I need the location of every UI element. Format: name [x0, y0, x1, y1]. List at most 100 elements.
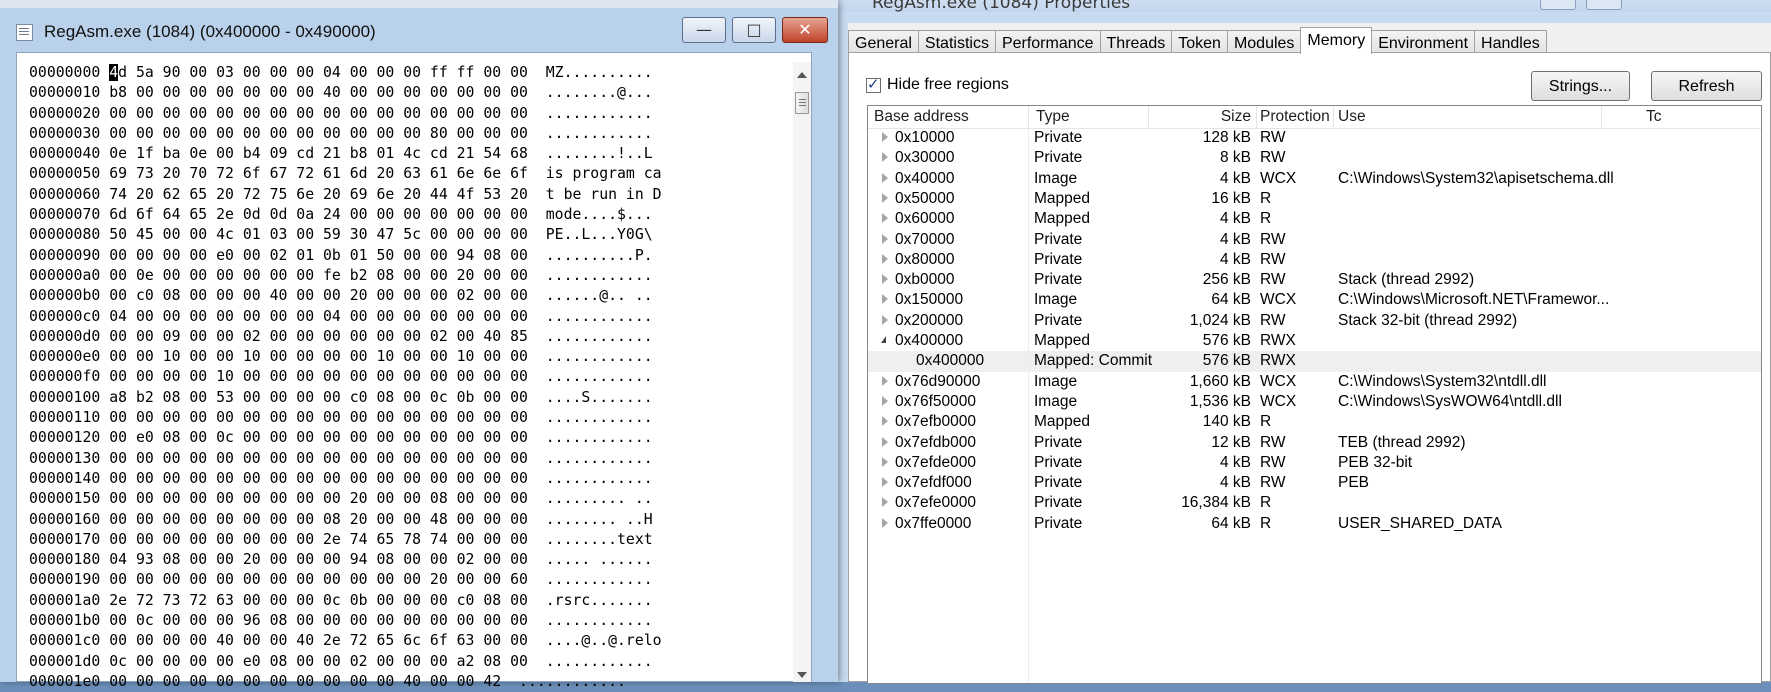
scroll-down-arrow-icon[interactable] — [797, 672, 807, 678]
hex-line[interactable]: 00000120 00 e0 08 00 0c 00 00 00 00 00 0… — [29, 428, 787, 448]
hex-line[interactable]: 000000b0 00 c0 08 00 00 00 40 00 00 20 0… — [29, 286, 787, 306]
column-divider[interactable] — [1028, 106, 1029, 128]
properties-maximize-button[interactable] — [1586, 0, 1622, 10]
hex-line[interactable]: 000001b0 00 0c 00 00 00 96 08 00 00 00 0… — [29, 611, 787, 631]
memory-row[interactable]: 0x7ffe0000 Private 64 kB R USER_SHARED_DATA — [868, 514, 1761, 534]
expand-arrow-icon[interactable] — [882, 456, 888, 467]
strings-button[interactable]: Strings... — [1531, 71, 1630, 101]
expand-arrow-icon[interactable] — [882, 233, 888, 244]
hex-line[interactable]: 000000d0 00 00 09 00 00 02 00 00 00 00 0… — [29, 327, 787, 347]
tab-statistics[interactable]: Statistics — [917, 30, 996, 54]
memory-row[interactable]: 0x80000 Private 4 kB RW — [868, 250, 1761, 270]
tab-handles[interactable]: Handles — [1474, 30, 1547, 54]
memory-row[interactable]: 0x10000 Private 128 kB RW — [868, 128, 1761, 148]
properties-minimize-button[interactable] — [1540, 0, 1576, 10]
hex-line[interactable]: 00000160 00 00 00 00 00 00 00 00 08 20 0… — [29, 510, 787, 530]
hex-line[interactable]: 000000e0 00 00 10 00 00 10 00 00 00 00 1… — [29, 347, 787, 367]
column-divider[interactable] — [1333, 106, 1334, 128]
expand-arrow-icon[interactable] — [882, 416, 888, 427]
memory-row[interactable]: 0x40000 Image 4 kB WCX C:\Windows\System32\a… — [868, 169, 1761, 189]
hex-vertical-scrollbar[interactable] — [793, 62, 811, 682]
memory-row[interactable]: 0x400000 Mapped 576 kB RWX — [868, 331, 1761, 351]
maximize-button[interactable]: □ — [732, 17, 776, 43]
scrollbar-thumb[interactable] — [795, 92, 809, 114]
close-button[interactable]: ✕ — [782, 17, 828, 43]
hex-line[interactable]: 00000110 00 00 00 00 00 00 00 00 00 00 0… — [29, 408, 787, 428]
hide-free-regions-option[interactable]: Hide free regions — [866, 75, 1009, 94]
memory-row[interactable]: 0x60000 Mapped 4 kB R — [868, 209, 1761, 229]
hex-line[interactable]: 00000050 69 73 20 70 72 6f 67 72 61 6d 2… — [29, 164, 787, 184]
hex-line[interactable]: 000000c0 04 00 00 00 00 00 00 00 04 00 0… — [29, 307, 787, 327]
hex-line[interactable]: 000001a0 2e 72 73 72 63 00 00 00 0c 0b 0… — [29, 591, 787, 611]
hex-line[interactable]: 000001c0 00 00 00 00 40 00 00 40 2e 72 6… — [29, 631, 787, 651]
column-header-type[interactable]: Type — [1036, 108, 1070, 128]
memory-row[interactable]: 0x76f50000 Image 1,536 kB WCX C:\Windows\Sys… — [868, 392, 1761, 412]
column-header-base-address[interactable]: Base address — [874, 108, 969, 128]
hex-line[interactable]: 00000030 00 00 00 00 00 00 00 00 00 00 0… — [29, 124, 787, 144]
expand-arrow-icon[interactable] — [882, 213, 888, 224]
hex-line[interactable]: 00000070 6d 6f 64 65 2e 0d 0d 0a 24 00 0… — [29, 205, 787, 225]
memory-row[interactable]: 0x7efde000 Private 4 kB RW PEB 32-bit — [868, 453, 1761, 473]
memory-row[interactable]: 0x400000 Mapped: Commit 576 kB RWX — [868, 351, 1761, 372]
refresh-button[interactable]: Refresh — [1651, 71, 1762, 101]
hex-line[interactable]: 00000100 a8 b2 08 00 53 00 00 00 00 c0 0… — [29, 388, 787, 408]
memory-row[interactable]: 0x7efdb000 Private 12 kB RW TEB (thread 2992… — [868, 433, 1761, 453]
tab-performance[interactable]: Performance — [994, 30, 1101, 54]
tab-general[interactable]: General — [848, 30, 919, 54]
expand-arrow-icon[interactable] — [882, 497, 888, 508]
expand-arrow-icon[interactable] — [882, 294, 888, 305]
hex-line[interactable]: 00000020 00 00 00 00 00 00 00 00 00 00 0… — [29, 104, 787, 124]
hex-line[interactable]: 00000170 00 00 00 00 00 00 00 00 2e 74 6… — [29, 530, 787, 550]
scroll-up-arrow-icon[interactable] — [797, 72, 807, 78]
expand-arrow-icon[interactable] — [882, 152, 888, 163]
hex-dump[interactable]: 00000000 4d 5a 90 00 03 00 00 00 04 00 0… — [29, 63, 787, 692]
memory-regions-list[interactable]: Base address Type Size Protection Use Tc 0x10… — [867, 105, 1762, 684]
tab-environment[interactable]: Environment — [1371, 30, 1476, 54]
column-header-use[interactable]: Use — [1338, 108, 1366, 128]
hex-line[interactable]: 00000180 04 93 08 00 00 20 00 00 00 94 0… — [29, 550, 787, 570]
hex-line[interactable]: 00000140 00 00 00 00 00 00 00 00 00 00 0… — [29, 469, 787, 489]
column-divider[interactable] — [1148, 106, 1149, 128]
hex-line[interactable]: 00000190 00 00 00 00 00 00 00 00 00 00 0… — [29, 570, 787, 590]
memory-row[interactable]: 0x7efe0000 Private 16,384 kB R — [868, 493, 1761, 513]
hex-line[interactable]: 00000000 4d 5a 90 00 03 00 00 00 04 00 0… — [29, 63, 787, 83]
column-header-size[interactable]: Size — [1118, 108, 1251, 128]
hex-line[interactable]: 00000060 74 20 62 65 20 72 75 6e 20 69 6… — [29, 185, 787, 205]
memory-row[interactable]: 0x200000 Private 1,024 kB RW Stack 32-bit (t… — [868, 311, 1761, 331]
expand-arrow-icon[interactable] — [882, 192, 888, 203]
column-divider[interactable] — [1601, 106, 1602, 128]
expand-arrow-icon[interactable] — [882, 274, 888, 285]
memory-row[interactable]: 0x70000 Private 4 kB RW — [868, 230, 1761, 250]
memory-row[interactable]: 0x150000 Image 64 kB WCX C:\Windows\Microsof… — [868, 290, 1761, 310]
memory-row[interactable]: 0x50000 Mapped 16 kB R — [868, 189, 1761, 209]
expand-arrow-icon[interactable] — [882, 375, 888, 386]
tab-memory[interactable]: Memory — [1300, 27, 1373, 54]
hex-line[interactable]: 000000f0 00 00 00 00 10 00 00 00 00 00 0… — [29, 367, 787, 387]
tab-threads[interactable]: Threads — [1099, 30, 1173, 54]
expand-arrow-icon[interactable] — [882, 314, 888, 325]
expand-arrow-icon[interactable] — [882, 436, 888, 447]
collapse-arrow-icon[interactable] — [881, 336, 886, 343]
expand-arrow-icon[interactable] — [882, 395, 888, 406]
hex-line[interactable]: 00000080 50 45 00 00 4c 01 03 00 59 30 4… — [29, 225, 787, 245]
memory-row[interactable]: 0x76d90000 Image 1,660 kB WCX C:\Windows\Sys… — [868, 372, 1761, 392]
memory-row[interactable]: 0x7efdf000 Private 4 kB RW PEB — [868, 473, 1761, 493]
column-divider[interactable] — [1256, 106, 1257, 128]
memory-row[interactable]: 0x7efb0000 Mapped 140 kB R — [868, 412, 1761, 432]
tab-token[interactable]: Token — [1171, 30, 1228, 54]
expand-arrow-icon[interactable] — [882, 253, 888, 264]
hide-free-regions-checkbox[interactable] — [866, 75, 881, 93]
hex-line[interactable]: 00000040 0e 1f ba 0e 00 b4 09 cd 21 b8 0… — [29, 144, 787, 164]
hex-line[interactable]: 00000010 b8 00 00 00 00 00 00 00 40 00 0… — [29, 83, 787, 103]
memory-row[interactable]: 0xb0000 Private 256 kB RW Stack (thread 2992… — [868, 270, 1761, 290]
hex-line[interactable]: 00000130 00 00 00 00 00 00 00 00 00 00 0… — [29, 449, 787, 469]
hex-line[interactable]: 000001d0 0c 00 00 00 00 e0 08 00 00 02 0… — [29, 652, 787, 672]
memory-row[interactable]: 0x30000 Private 8 kB RW — [868, 148, 1761, 168]
hex-line[interactable]: 00000090 00 00 00 00 e0 00 02 01 0b 01 5… — [29, 246, 787, 266]
tab-modules[interactable]: Modules — [1226, 30, 1302, 54]
hex-line[interactable]: 000000a0 00 0e 00 00 00 00 00 00 fe b2 0… — [29, 266, 787, 286]
minimize-button[interactable]: — — [682, 17, 726, 43]
hex-line[interactable]: 00000150 00 00 00 00 00 00 00 00 00 20 0… — [29, 489, 787, 509]
hex-caret[interactable]: 4 — [109, 64, 119, 81]
expand-arrow-icon[interactable] — [882, 477, 888, 488]
